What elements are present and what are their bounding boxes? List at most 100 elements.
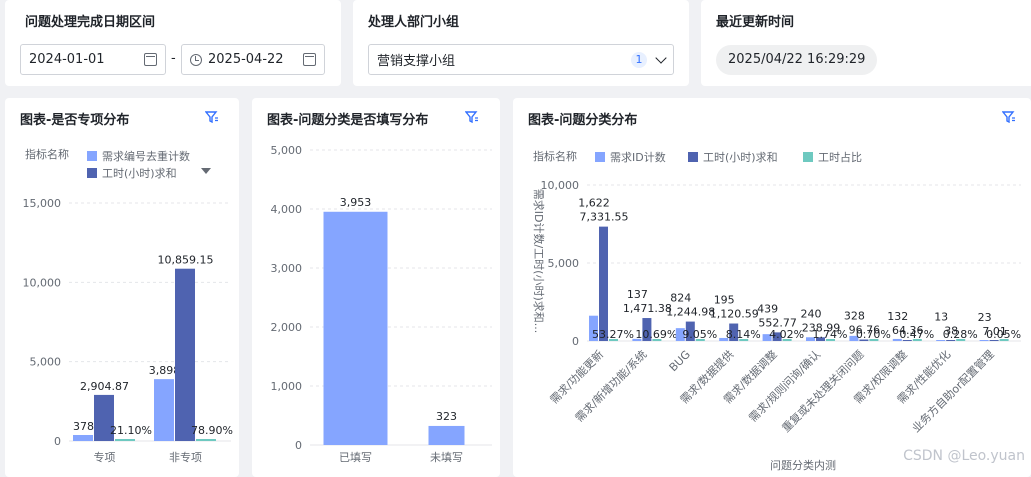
legend-label: 指标名称: [533, 149, 577, 163]
calendar-icon[interactable]: [303, 53, 316, 66]
bar: [323, 211, 388, 445]
data-label: 7,331.55: [580, 211, 629, 224]
data-label: 0.70%: [856, 328, 891, 341]
y-tick-label: 1,000: [271, 380, 303, 393]
data-label: 53.27%: [592, 328, 634, 341]
end-date-value: 2025-04-22: [208, 52, 284, 67]
selected-count-badge: 1: [631, 51, 647, 68]
legend-swatch: [87, 168, 97, 178]
data-label: 1,120.59: [710, 308, 759, 321]
filled-chart-title: 图表-问题分类是否填写分布: [267, 113, 429, 128]
x-tick-label: 需求/新增功能/系统: [572, 347, 649, 424]
x-tick-label: 未填写: [430, 450, 463, 464]
data-label: 323: [436, 410, 457, 423]
legend-item: 需求编号去重计数: [102, 149, 190, 163]
filter-icon[interactable]: [205, 111, 219, 123]
data-label: 378: [73, 420, 94, 433]
data-label: 10,859.15: [158, 254, 214, 267]
data-label: 328: [844, 309, 865, 322]
date-range-separator: -: [171, 51, 176, 66]
data-label: 78.90%: [191, 424, 233, 437]
start-date-input[interactable]: 2024-01-01: [20, 44, 166, 75]
x-tick-label: 业务方自助or配置管理: [909, 347, 997, 435]
data-label: 13: [934, 310, 948, 323]
y-tick-label: 0: [295, 439, 302, 452]
filled-distribution-chart: 0 1,000 2,000 3,000 4,000 5,000 3,953 已填写 323 未填写: [271, 144, 492, 464]
department-select-value: 营销支撑小组: [377, 54, 456, 69]
data-label: 137: [627, 288, 648, 301]
legend-swatch: [595, 152, 605, 162]
clock-icon: [190, 53, 202, 66]
last-update-card: 最近更新时间 2025/04/22 16:29:29: [701, 0, 1031, 86]
legend-swatch: [803, 152, 813, 162]
data-label: 0.28%: [943, 328, 978, 341]
data-label: 0.47%: [899, 328, 934, 341]
data-label: 4.02%: [769, 328, 804, 341]
data-label: 195: [714, 294, 735, 307]
filled-distribution-chart-card: 图表-问题分类是否填写分布 0 1,000 2,000 3,000 4,000 5,000…: [252, 98, 500, 477]
legend-label: 指标名称: [25, 147, 69, 161]
data-label: 23: [978, 311, 992, 324]
last-update-title: 最近更新时间: [716, 15, 795, 30]
x-tick-label: BUG: [667, 348, 693, 374]
data-label: 439: [757, 302, 778, 315]
y-tick-label: 2,000: [271, 321, 303, 334]
bar: [73, 435, 93, 441]
y-tick-label: 0: [54, 435, 61, 448]
data-label: 10.69%: [635, 328, 677, 341]
y-tick-label: 4,000: [271, 203, 303, 216]
y-tick-label: 15,000: [23, 197, 62, 210]
x-tick-label: 重复或未处理关闭问题: [779, 347, 867, 435]
data-label: 1,622: [578, 197, 610, 210]
legend-item: 工时(小时)求和: [102, 167, 177, 180]
bar: [154, 379, 174, 441]
data-label: 1,471.38: [623, 302, 672, 315]
chevron-down-icon[interactable]: [655, 51, 667, 64]
y-tick-label: 3,000: [271, 262, 303, 275]
date-range-filter-card: 问题处理完成日期区间 2024-01-01 - 2025-04-22: [5, 0, 341, 86]
end-date-input[interactable]: 2025-04-22: [181, 44, 325, 75]
bar: [428, 425, 465, 445]
data-label: 8.14%: [726, 328, 761, 341]
calendar-icon[interactable]: [144, 53, 157, 66]
legend-item: 工时占比: [818, 150, 862, 164]
bar: [196, 439, 216, 441]
bar: [115, 439, 135, 441]
data-label: 9.05%: [682, 328, 717, 341]
x-tick-label: 非专项: [169, 450, 202, 464]
data-label: 132: [887, 310, 908, 323]
special-distribution-chart: 指标名称 需求编号去重计数工时(小时)求和 0 5,000 10,000 15,000 37…: [23, 147, 233, 464]
data-label: 2,904.87: [80, 380, 129, 393]
category-chart-title: 图表-问题分类分布: [528, 113, 638, 128]
x-axis-label: 问题分类内测: [770, 458, 836, 472]
department-filter-card: 处理人部门小组 营销支撑小组 1: [353, 0, 689, 86]
y-tick-label: 0: [572, 335, 579, 348]
data-label: 3,953: [340, 196, 372, 209]
legend-swatch: [688, 152, 698, 162]
x-tick-label: 需求/规则问询/确认: [746, 347, 823, 424]
special-chart-title: 图表-是否专项分布: [20, 113, 130, 128]
department-filter-title: 处理人部门小组: [368, 15, 460, 30]
bar: [599, 226, 608, 341]
data-label: 0.05%: [986, 328, 1021, 341]
special-distribution-chart-card: 图表-是否专项分布 指标名称 需求编号去重计数 工时(小时)求和 0 5,000 10,0…: [5, 98, 239, 477]
start-date-value: 2024-01-01: [29, 52, 105, 67]
data-label: 240: [801, 307, 822, 320]
x-tick-label: 专项: [94, 450, 116, 464]
legend-item: 需求ID计数: [610, 151, 666, 164]
y-tick-label: 10,000: [23, 276, 62, 289]
data-label: 21.10%: [110, 424, 152, 437]
legend-page-down-icon: [201, 168, 211, 174]
legend-item: 工时(小时)求和: [703, 151, 778, 164]
y-tick-label: 10,000: [541, 179, 580, 192]
data-label: 1,244.98: [666, 306, 715, 319]
filter-icon[interactable]: [465, 111, 479, 123]
x-tick-label: 已填写: [339, 450, 372, 464]
bar: [175, 268, 195, 441]
y-tick-label: 5,000: [548, 257, 580, 270]
y-tick-label: 5,000: [271, 144, 303, 157]
category-distribution-chart: 指标名称 需求ID计数 工时(小时)求和 工时占比 0 5,000 10,000需求ID计数…: [532, 149, 1021, 472]
department-select[interactable]: 营销支撑小组 1: [368, 44, 674, 75]
date-range-filter-title: 问题处理完成日期区间: [25, 15, 156, 30]
filter-icon[interactable]: [1002, 111, 1016, 123]
